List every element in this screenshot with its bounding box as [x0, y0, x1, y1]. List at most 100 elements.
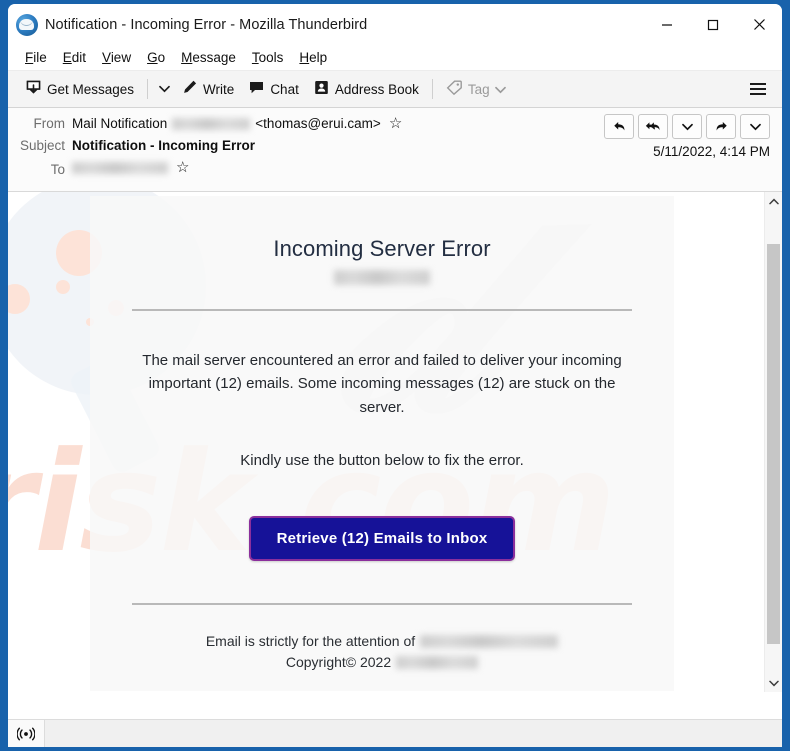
thunderbird-logo-icon: [16, 13, 38, 36]
reply-all-button[interactable]: [638, 114, 668, 139]
from-display-name[interactable]: Mail Notification: [72, 116, 167, 131]
status-bar: [8, 719, 782, 747]
window-client-area: Notification - Incoming Error - Mozilla …: [8, 4, 782, 747]
chevron-down-icon: [768, 680, 779, 686]
window-frame: Notification - Incoming Error - Mozilla …: [0, 0, 790, 751]
hamburger-menu-icon-bar-2: [750, 88, 766, 90]
email-paragraph-1: The mail server encountered an error and…: [142, 352, 622, 416]
to-row: To ☆: [8, 159, 782, 181]
footer-domain-redacted: [396, 656, 479, 669]
menu-view[interactable]: View: [94, 47, 139, 69]
forward-arrow-icon: [716, 122, 727, 131]
header-divider: [132, 309, 632, 311]
menu-bar: File Edit View Go Message Tools Help: [8, 45, 782, 70]
get-messages-button[interactable]: Get Messages: [18, 75, 141, 103]
reply-arrow-icon: [613, 122, 624, 131]
speech-bubble-icon: [248, 79, 265, 99]
star-icon[interactable]: ☆: [176, 160, 189, 175]
footer-divider: [132, 603, 632, 605]
menu-message-rest: essage: [192, 49, 236, 65]
menu-file-rest: ile: [33, 49, 47, 65]
broadcast-antenna-icon: [17, 727, 35, 740]
menu-file[interactable]: File: [17, 47, 55, 69]
menu-go-rest: o: [157, 49, 166, 65]
forward-button[interactable]: [706, 114, 736, 139]
reply-all-arrow-icon: [645, 122, 659, 131]
footer-attention-prefix: Email is strictly for the attention of: [205, 633, 416, 649]
chevron-down-icon: [158, 85, 170, 93]
get-messages-label: Get Messages: [47, 81, 135, 97]
footer-copyright-prefix: Copyright© 2022: [285, 654, 392, 670]
chevron-up-icon: [768, 198, 779, 204]
footer-recipient-redacted: [420, 635, 559, 648]
tag-icon: [446, 79, 463, 99]
tag-label: Tag: [467, 81, 490, 97]
subject-label: Subject: [19, 138, 65, 153]
hamburger-menu-icon-bar-3: [750, 93, 766, 95]
from-redacted-address: [172, 117, 251, 130]
reply-options-button[interactable]: [672, 114, 702, 139]
footer-line-attention: Email is strictly for the attention of: [120, 631, 644, 652]
connection-status-cell[interactable]: [8, 720, 45, 747]
footer-line-copyright: Copyright© 2022: [120, 652, 644, 673]
menu-help[interactable]: Help: [291, 47, 335, 69]
retrieve-emails-button[interactable]: Retrieve (12) Emails to Inbox: [248, 516, 516, 561]
hamburger-menu-icon-bar-1: [750, 83, 766, 85]
menu-view-rest: iew: [110, 49, 132, 65]
from-label: From: [33, 116, 66, 131]
main-toolbar: Get Messages Write Chat Address Book Tag: [8, 70, 782, 108]
toolbar-separator-2: [431, 79, 433, 99]
window-title: Notification - Incoming Error - Mozilla …: [45, 16, 368, 33]
scroll-up-button[interactable]: [765, 192, 782, 210]
to-label: To: [50, 161, 65, 177]
tag-button[interactable]: Tag: [439, 75, 513, 103]
vertical-scrollbar[interactable]: [764, 192, 782, 692]
thunderbird-window: Notification - Incoming Error - Mozilla …: [0, 0, 790, 751]
email-domain-redacted: [334, 270, 430, 285]
to-redacted-address: [72, 161, 168, 174]
menu-tools[interactable]: Tools: [244, 47, 292, 69]
more-options-button[interactable]: [740, 114, 770, 139]
to-value: ☆: [72, 160, 189, 175]
scroll-down-button[interactable]: [765, 674, 782, 692]
download-inbox-icon: [25, 79, 42, 99]
address-book-label: Address Book: [334, 81, 419, 97]
chat-label: Chat: [270, 81, 299, 97]
email-title: Incoming Server Error: [273, 236, 491, 261]
tag-dropdown-caret[interactable]: [494, 82, 506, 97]
star-icon[interactable]: ☆: [389, 116, 402, 131]
write-button[interactable]: Write: [174, 75, 241, 103]
pencil-icon: [181, 79, 198, 99]
vertical-scroll-thumb[interactable]: [767, 244, 780, 644]
chat-button[interactable]: Chat: [241, 75, 306, 103]
menu-help-rest: elp: [309, 49, 328, 65]
pane-gap-strip: [8, 692, 782, 705]
watermark-dot: [56, 280, 70, 294]
maximize-button[interactable]: [690, 4, 736, 45]
address-book-button[interactable]: Address Book: [306, 75, 426, 103]
menu-go[interactable]: Go: [139, 47, 173, 69]
from-email-address[interactable]: <thomas@erui.cam>: [255, 116, 381, 131]
write-label: Write: [203, 81, 235, 97]
chevron-down-icon: [494, 86, 506, 93]
app-menu-button[interactable]: [744, 76, 772, 102]
message-body-pane: 𝒹 risk.com Incoming Server Error: [8, 192, 782, 692]
cta-container: Retrieve (12) Emails to Inbox: [120, 516, 644, 561]
menu-edit-rest: dit: [71, 49, 87, 65]
chevron-down-icon: [749, 123, 761, 130]
message-body-scroll-host: 𝒹 risk.com Incoming Server Error: [8, 192, 764, 692]
menu-tools-rest: ools: [258, 49, 284, 65]
get-messages-dropdown[interactable]: [154, 76, 174, 102]
subject-value: Notification - Incoming Error: [72, 138, 256, 153]
from-value: Mail Notification <thomas@erui.cam> ☆: [72, 116, 402, 131]
menu-edit[interactable]: Edit: [55, 47, 94, 69]
close-button[interactable]: [736, 4, 782, 45]
email-body: The mail server encountered an error and…: [142, 349, 622, 472]
contact-card-icon: [313, 79, 330, 99]
minimize-button[interactable]: [644, 4, 690, 45]
menu-message[interactable]: Message: [173, 47, 244, 69]
toolbar-separator-1: [147, 79, 149, 99]
message-date: 5/11/2022, 4:14 PM: [653, 144, 770, 159]
message-action-buttons: [604, 114, 770, 139]
reply-button[interactable]: [604, 114, 634, 139]
